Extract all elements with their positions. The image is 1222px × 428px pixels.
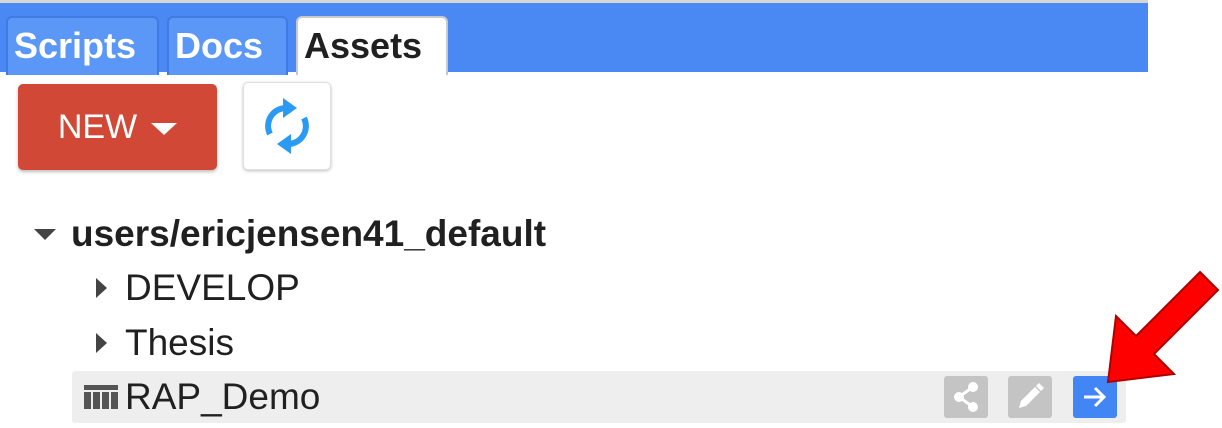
new-button-label: NEW bbox=[57, 107, 138, 146]
share-icon bbox=[954, 382, 978, 412]
folder-thesis[interactable]: Thesis bbox=[96, 316, 234, 370]
triangle-down-icon[interactable] bbox=[34, 228, 56, 240]
assets-panel: Scripts Docs Assets NEW users/ericjensen… bbox=[0, 0, 1222, 428]
tab-scripts[interactable]: Scripts bbox=[6, 16, 159, 75]
tab-assets[interactable]: Assets bbox=[296, 16, 448, 75]
asset-label: RAP_Demo bbox=[125, 376, 321, 417]
folder-develop[interactable]: DEVELOP bbox=[96, 261, 300, 315]
asset-row-rap-demo[interactable]: RAP_Demo bbox=[72, 371, 1126, 423]
edit-button[interactable] bbox=[1008, 376, 1052, 418]
tab-bar: Scripts Docs Assets bbox=[0, 0, 1148, 75]
refresh-button[interactable] bbox=[243, 82, 331, 170]
tree-root-users[interactable]: users/ericjensen41_default bbox=[34, 206, 546, 262]
refresh-icon bbox=[265, 98, 309, 154]
folder-label: DEVELOP bbox=[125, 267, 300, 308]
table-icon bbox=[84, 385, 118, 409]
folder-label: Thesis bbox=[125, 322, 234, 363]
edit-icon bbox=[1019, 383, 1044, 408]
annotation-arrow-icon bbox=[1106, 270, 1220, 384]
caret-down-icon bbox=[151, 123, 178, 135]
share-button[interactable] bbox=[944, 376, 988, 418]
new-button[interactable]: NEW bbox=[18, 84, 217, 170]
tree-root-label: users/ericjensen41_default bbox=[71, 213, 547, 254]
tab-docs[interactable]: Docs bbox=[167, 16, 288, 75]
triangle-right-icon[interactable] bbox=[96, 333, 107, 353]
triangle-right-icon[interactable] bbox=[96, 278, 107, 298]
